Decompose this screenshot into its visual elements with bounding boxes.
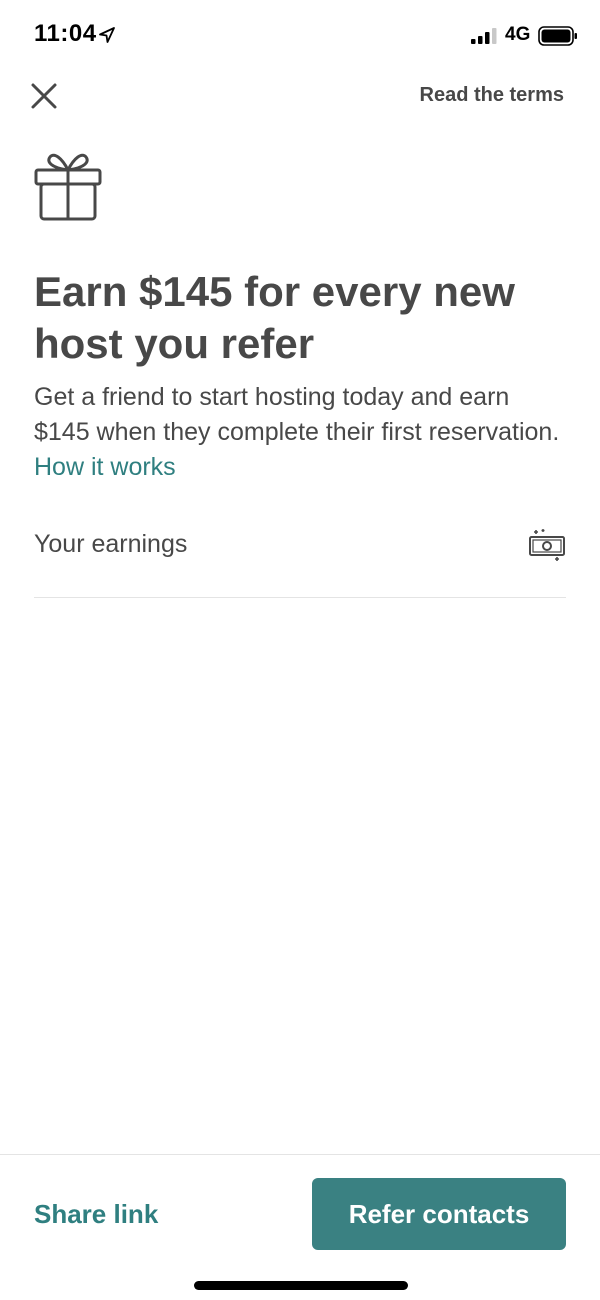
money-bill-icon [529, 529, 565, 561]
status-bar: 11:04 4G [0, 0, 600, 72]
description-text: Get a friend to start hosting today and … [34, 383, 560, 446]
page-title: Earn $145 for every new host you refer [34, 268, 515, 367]
description: Get a friend to start hosting today and … [34, 380, 564, 485]
home-indicator[interactable] [194, 1281, 408, 1290]
network-label: 4G [505, 24, 531, 45]
gift-icon [34, 153, 102, 221]
battery-icon [538, 26, 577, 46]
refer-contacts-button[interactable]: Refer contacts [312, 1178, 566, 1250]
earnings-label: Your earnings [34, 530, 188, 558]
signal-bars-icon [471, 28, 497, 44]
earnings-row[interactable]: Your earnings [34, 522, 566, 598]
status-time: 11:04 [34, 20, 97, 47]
close-button[interactable] [26, 78, 62, 114]
read-terms-link[interactable]: Read the terms [420, 84, 565, 107]
share-link-button[interactable]: Share link [34, 1199, 158, 1230]
location-arrow-icon [99, 27, 115, 43]
how-it-works-link[interactable]: How it works [34, 453, 176, 481]
close-icon[interactable] [26, 78, 62, 114]
footer: Share link Refer contacts [0, 1154, 600, 1300]
